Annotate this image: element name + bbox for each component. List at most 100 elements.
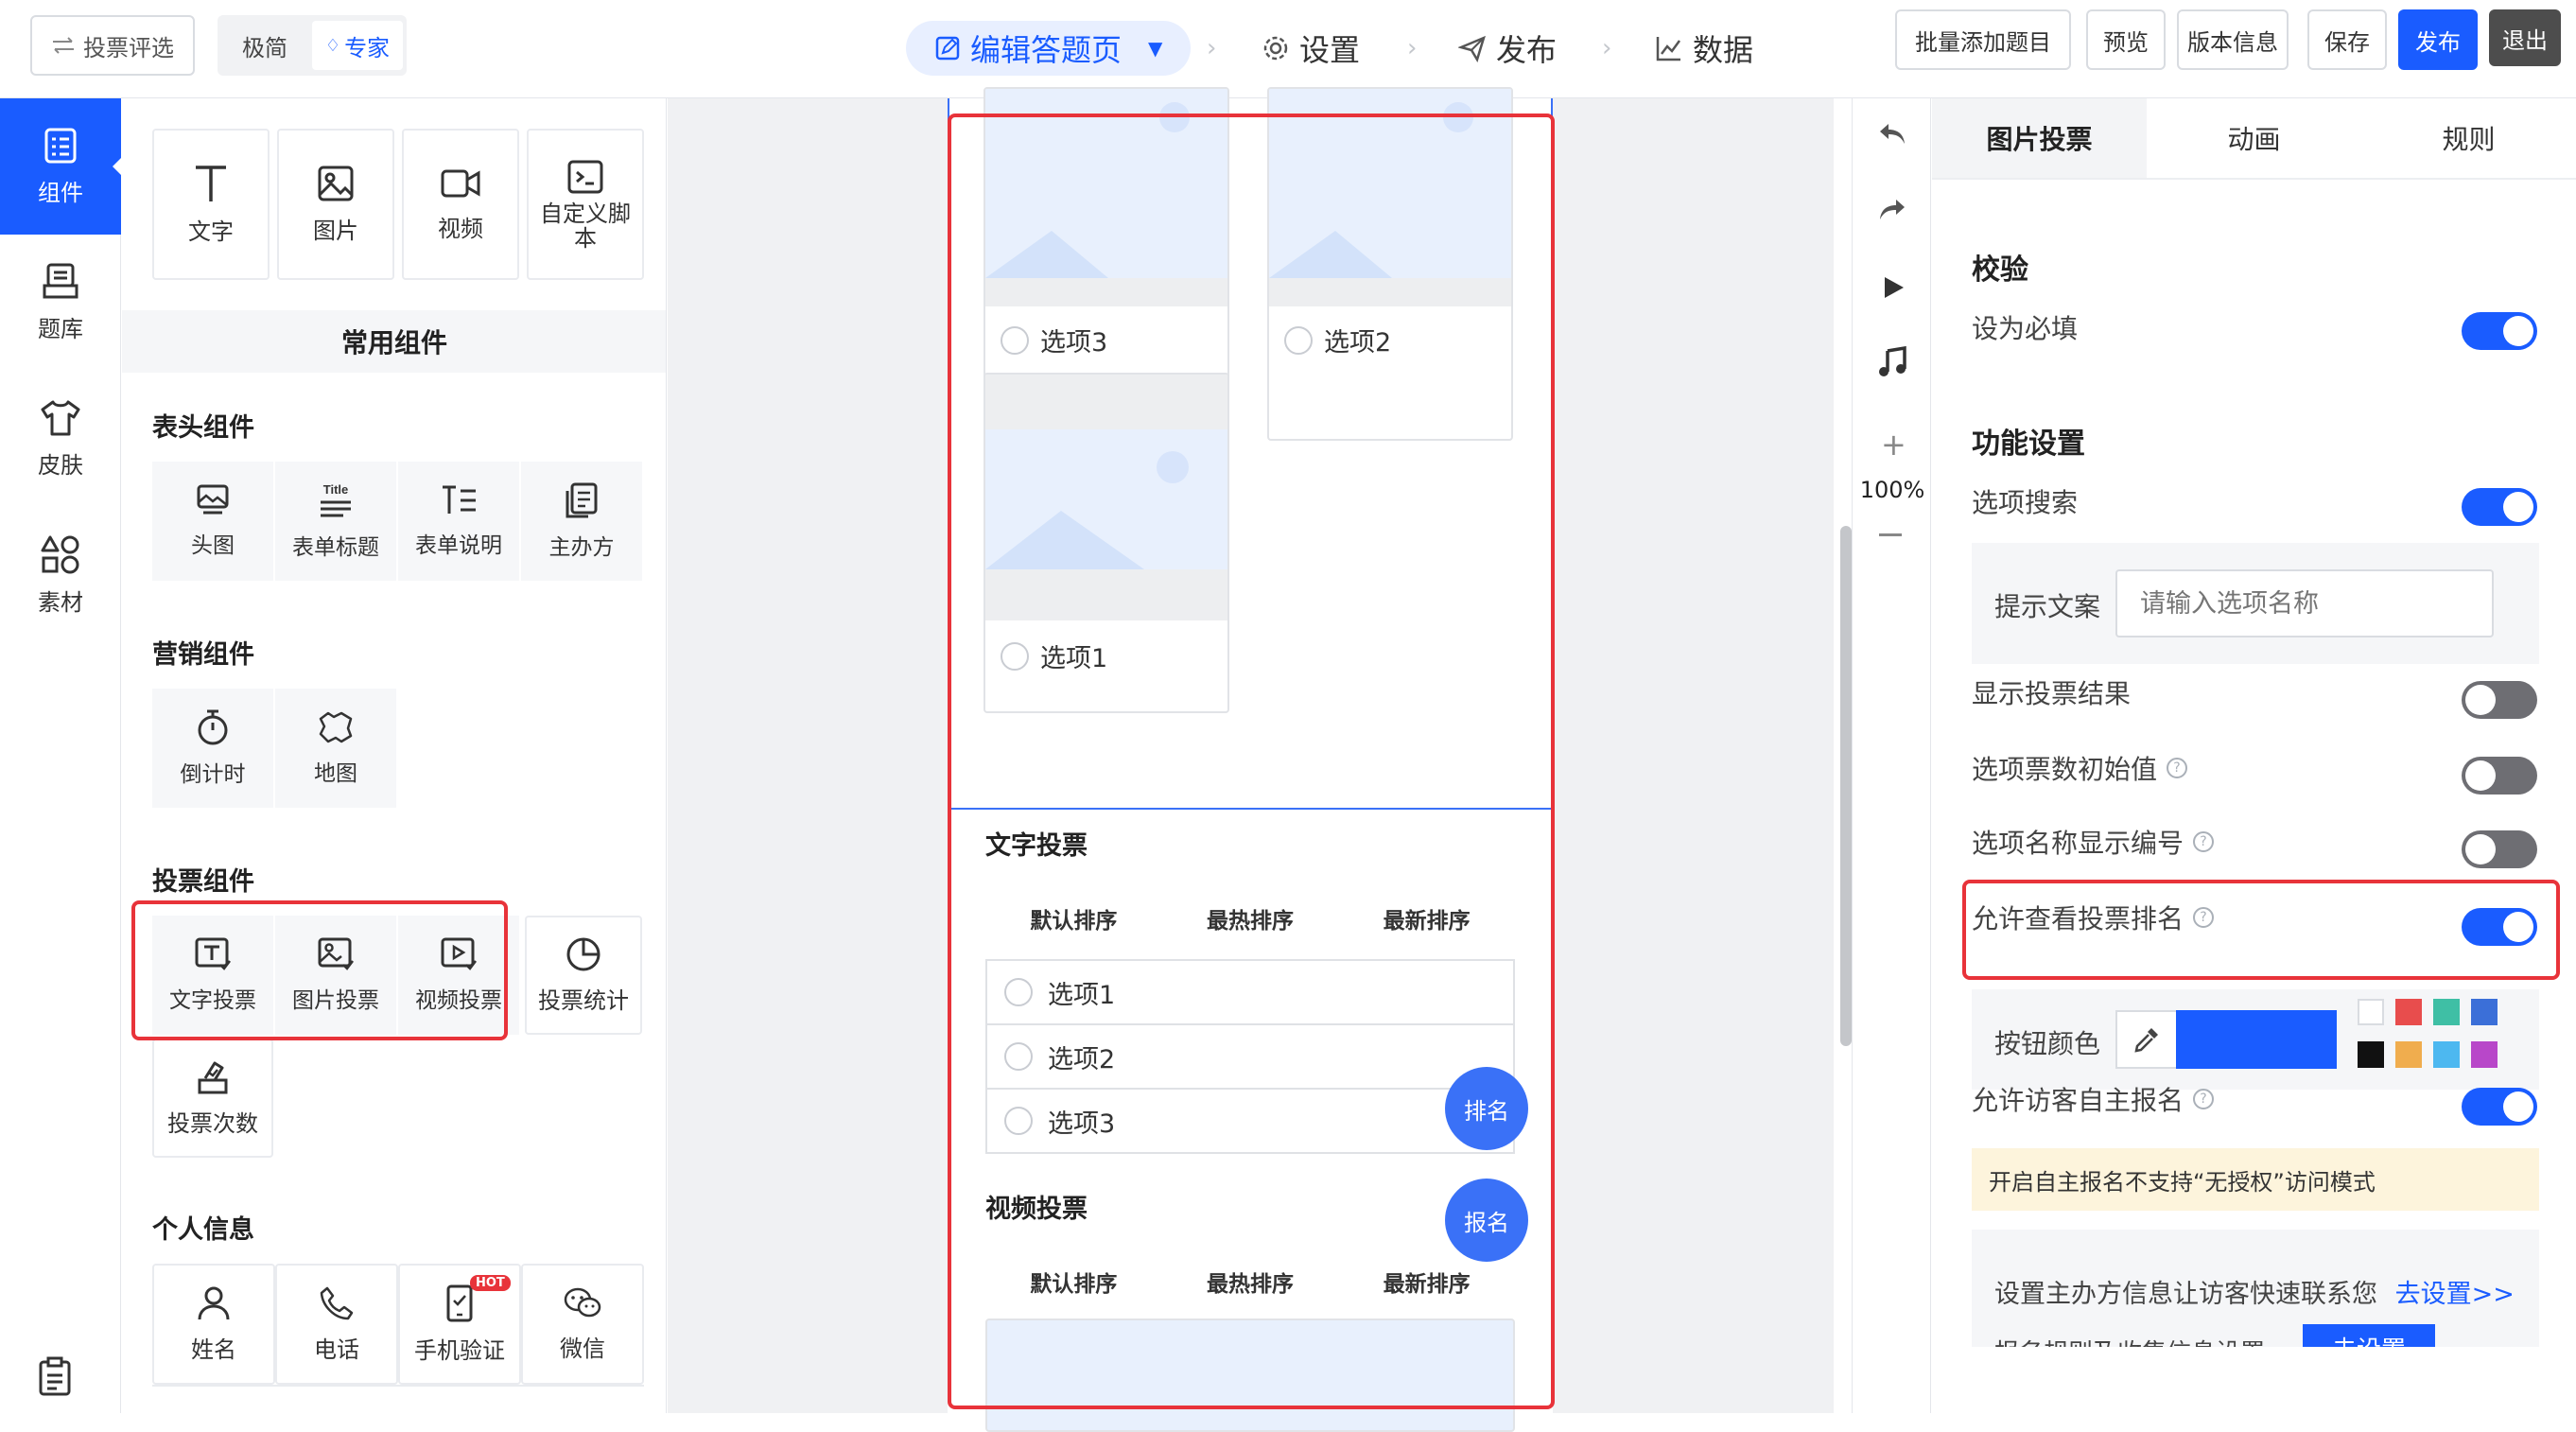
hint-text-box: 提示文案 [1972,543,2539,664]
question-bank-icon [41,263,80,301]
color-swatch[interactable] [2471,1041,2498,1068]
option-search-toggle[interactable] [2462,488,2537,526]
mode-expert-button[interactable]: ♢ 专家 [312,21,403,70]
rules-button[interactable]: 去设置 [2303,1324,2435,1347]
component-map[interactable]: 地图 [275,689,396,808]
color-swatch[interactable] [2433,999,2460,1025]
tab-rules[interactable]: 规则 [2361,98,2576,178]
rules-text: 报名规则及收集信息设置 [1994,1334,2265,1347]
component-vote-stats[interactable]: 投票统计 [525,916,642,1035]
mode-simple-button[interactable]: 极简 [227,23,303,68]
zoom-out-icon[interactable] [1879,533,1902,536]
signup-notice: 开启自主报名不支持“无授权”访问模式 [1972,1148,2539,1211]
save-button[interactable]: 保存 [2307,9,2387,70]
top-bar: 投票评选 极简 ♢ 专家 编辑答题页 ▼ › 设置 › 发布 › 数据 批量添加… [0,0,2576,98]
step-separator: › [1407,34,1418,62]
component-form-description[interactable]: 表单说明 [398,462,519,581]
nav-components[interactable]: 组件 [0,98,122,235]
component-organizer[interactable]: 主办方 [521,462,642,581]
wechat-icon [563,1286,602,1320]
batch-add-button[interactable]: 批量添加题目 [1895,9,2071,70]
shirt-icon [40,399,81,437]
back-button[interactable]: 投票评选 [30,15,195,76]
tab-animation[interactable]: 动画 [2147,98,2361,178]
section-title-personal: 个人信息 [152,1215,254,1245]
required-toggle[interactable] [2462,312,2537,350]
color-swatch[interactable] [2358,1041,2384,1068]
clipboard-icon[interactable] [36,1356,74,1398]
component-video[interactable]: 视频 [402,129,519,280]
button-color-preview[interactable] [2176,1010,2337,1069]
step-edit[interactable]: 编辑答题页 ▼ [906,21,1192,76]
canvas-scrollbar[interactable] [1840,526,1852,1046]
nav-skin[interactable]: 皮肤 [0,371,121,507]
music-icon[interactable] [1877,346,1907,378]
tab-image-vote[interactable]: 图片投票 [1932,98,2147,178]
form-list-icon [42,127,79,165]
active-pointer [113,157,122,176]
step-publish[interactable]: 发布 [1458,21,1557,76]
help-icon[interactable]: ? [2193,831,2215,852]
color-swatch[interactable] [2358,999,2384,1025]
color-swatch[interactable] [2471,999,2498,1025]
section-title-marketing: 营销组件 [152,640,254,670]
phone-icon [320,1285,354,1321]
component-form-title[interactable]: Title 表单标题 [275,462,396,581]
exit-button[interactable]: 退出 [2489,9,2561,66]
step-data[interactable]: 数据 [1655,21,1753,76]
nav-material[interactable]: 素材 [0,507,121,643]
hot-badge: HOT [470,1275,511,1291]
phone-verify-icon [444,1284,476,1322]
editor-canvas: 选项3 选项2 选项1 文字投票 默认排序 最热排序 最新排序 选项1 选项2 … [668,87,1852,1432]
component-text[interactable]: 文字 [152,129,270,280]
swap-arrow-icon [51,36,76,55]
zoom-in-icon[interactable]: + [1881,429,1906,460]
title-icon: Title [317,481,355,519]
step-settings[interactable]: 设置 [1262,21,1360,76]
header-image-icon [196,483,230,517]
tool-column: + 100% [1852,98,1931,1413]
show-number-toggle[interactable] [2462,830,2537,868]
undo-icon[interactable] [1877,121,1907,148]
show-result-toggle[interactable] [2462,681,2537,719]
component-countdown[interactable]: 倒计时 [152,689,273,808]
stopwatch-icon [196,708,230,746]
help-icon[interactable]: ? [2167,758,2188,778]
settings-panel: 图片投票 动画 规则 校验 设为必填 功能设置 选项搜索 提示文案 显示投票结果… [1932,98,2576,1413]
organizer-link[interactable]: 去设置>> [2395,1280,2515,1309]
component-header-image[interactable]: 头图 [152,462,273,581]
video-icon [440,166,481,201]
component-name[interactable]: 姓名 [152,1264,275,1385]
help-icon[interactable]: ? [2193,1089,2215,1109]
component-script[interactable]: 自定义脚本 [527,129,644,280]
component-phone-verify[interactable]: 手机验证 HOT [398,1264,521,1385]
redo-icon[interactable] [1877,197,1907,223]
edit-icon [934,35,961,61]
step-separator: › [1207,34,1217,62]
feature-heading: 功能设置 [1972,428,2085,461]
left-nav: 组件 题库 皮肤 素材 [0,98,122,1413]
organizer-box: 设置主办方信息让访客快速联系您 去设置>> 报名规则及收集信息设置 去设置 [1972,1230,2539,1347]
version-button[interactable]: 版本信息 [2177,9,2289,70]
required-label: 设为必填 [1972,313,2079,344]
eyedropper-icon[interactable] [2115,1010,2178,1069]
component-wechat[interactable]: 微信 [521,1264,644,1385]
initial-votes-toggle[interactable] [2462,757,2537,795]
button-color-label: 按钮颜色 [1994,1028,2101,1059]
component-vote-count[interactable]: 投票次数 [152,1039,273,1158]
color-swatch[interactable] [2433,1041,2460,1068]
publish-button[interactable]: 发布 [2398,9,2478,70]
color-swatch[interactable] [2395,999,2422,1025]
component-phone[interactable]: 电话 [275,1264,398,1385]
component-image[interactable]: 图片 [277,129,394,280]
play-icon[interactable] [1881,274,1906,301]
highlight-preview-area [948,114,1555,1409]
preview-button[interactable]: 预览 [2086,9,2166,70]
show-result-label: 显示投票结果 [1972,678,2132,709]
hint-text-input[interactable] [2115,569,2494,637]
color-swatch[interactable] [2395,1041,2422,1068]
allow-signup-toggle[interactable] [2462,1088,2537,1126]
nav-question-bank[interactable]: 题库 [0,235,121,371]
organizer-icon [565,481,599,519]
shapes-icon [40,534,81,574]
